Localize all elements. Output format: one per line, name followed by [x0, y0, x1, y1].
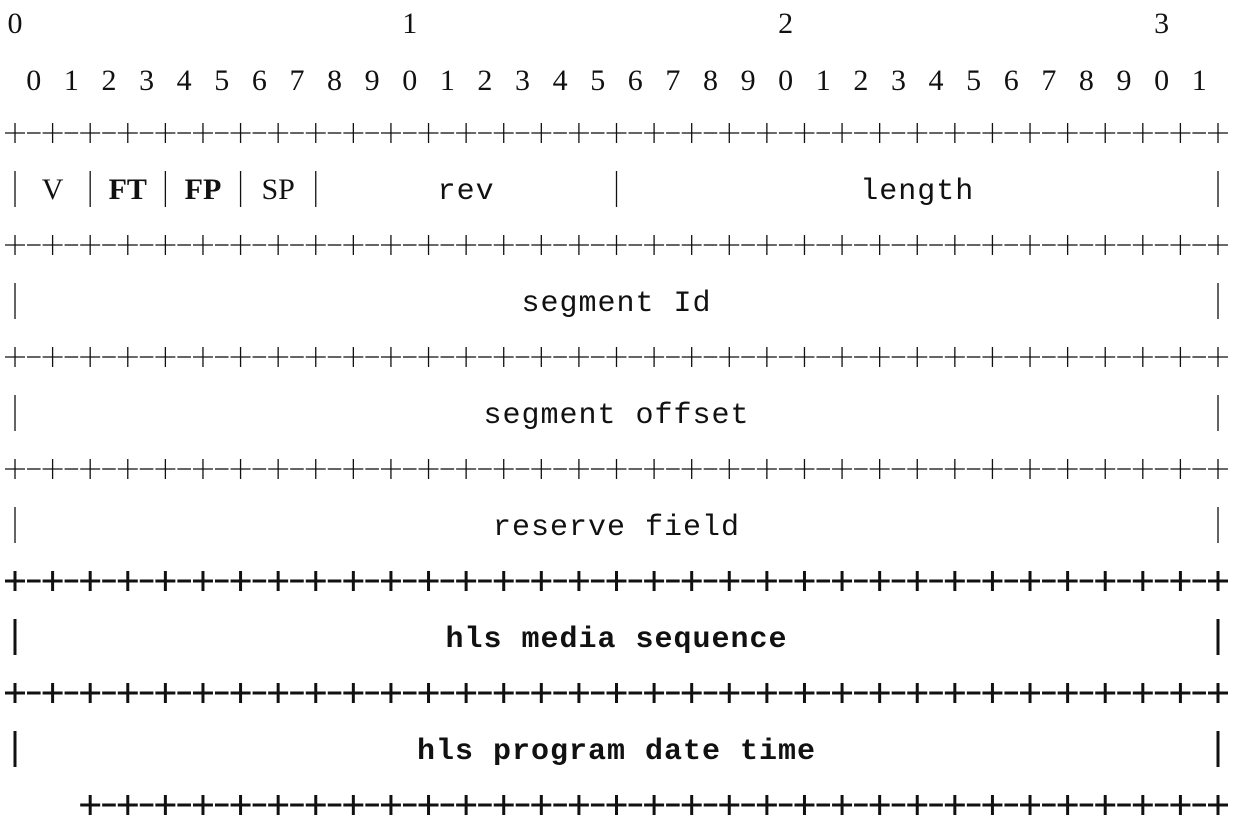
packet-row: segment offset: [14, 395, 1219, 433]
ruler-units-digit: 7: [1041, 64, 1056, 97]
field-segment-id: segment Id: [521, 287, 711, 321]
field-hls-media-sequence: hls media sequence: [445, 623, 787, 657]
ruler-units-digit: 5: [966, 64, 981, 97]
packet-row: V FT FP SP rev length: [14, 171, 1219, 209]
packet-row: segment Id: [14, 283, 1219, 321]
ruler-units-digit: 5: [214, 64, 229, 97]
ruler-units-digit: 6: [252, 64, 267, 97]
row-separator: [5, 683, 1228, 703]
ruler-units-digit: 8: [703, 64, 718, 97]
ruler-units-digit: 4: [177, 64, 192, 97]
field-sp: SP: [261, 173, 294, 206]
ruler-units-digit: 0: [778, 64, 793, 97]
ruler-units-digit: 7: [289, 64, 304, 97]
packet-row: hls media sequence: [13, 619, 1220, 657]
ruler-tens-digit: 1: [402, 7, 417, 40]
row-separator: [5, 123, 1228, 143]
ruler-tens-digit: 2: [778, 7, 793, 40]
field-length: length: [860, 175, 974, 209]
ruler-units-digit: 3: [891, 64, 906, 97]
field-segment-offset: segment offset: [483, 399, 749, 433]
ruler-units-digit: 8: [1079, 64, 1094, 97]
ruler-units-digit: 3: [139, 64, 154, 97]
ruler-units-digit: 4: [553, 64, 568, 97]
packet-row: hls program date time: [13, 731, 1220, 769]
field-fp: FP: [185, 173, 222, 206]
row-separator: [5, 459, 1228, 479]
ruler-units-digit: 2: [101, 64, 116, 97]
ruler-units-digit: 0: [26, 64, 41, 97]
row-separator: [5, 571, 1228, 591]
field-grid: [5, 123, 1228, 815]
row-separator: [80, 795, 1228, 815]
bit-ruler-units: 01234567890123456789012345678901: [26, 64, 1206, 97]
row-separator: [5, 235, 1228, 255]
field-v: V: [42, 173, 64, 206]
ruler-units-digit: 4: [929, 64, 944, 97]
row-separator: [5, 347, 1228, 367]
ruler-units-digit: 2: [477, 64, 492, 97]
ruler-units-digit: 1: [1192, 64, 1207, 97]
ruler-units-digit: 1: [816, 64, 831, 97]
ruler-units-digit: 0: [402, 64, 417, 97]
ruler-units-digit: 6: [1004, 64, 1019, 97]
ruler-units-digit: 2: [853, 64, 868, 97]
ruler-units-digit: 7: [665, 64, 680, 97]
bit-ruler-tens: 0 1 2 3: [8, 7, 1170, 40]
ruler-tens-digit: 3: [1154, 7, 1169, 40]
field-reserve-field: reserve field: [493, 511, 740, 545]
ruler-units-digit: 9: [365, 64, 380, 97]
field-ft: FT: [109, 173, 147, 206]
ruler-units-digit: 5: [590, 64, 605, 97]
ruler-units-digit: 1: [440, 64, 455, 97]
ruler-units-digit: 6: [628, 64, 643, 97]
ruler-units-digit: 8: [327, 64, 342, 97]
ruler-units-digit: 9: [741, 64, 756, 97]
field-rev: rev: [438, 175, 495, 209]
ruler-units-digit: 9: [1117, 64, 1132, 97]
ruler-tens-digit: 0: [8, 7, 23, 40]
ruler-units-digit: 1: [64, 64, 79, 97]
packet-row: reserve field: [14, 507, 1219, 545]
ruler-units-digit: 0: [1154, 64, 1169, 97]
field-hls-program-date-time: hls program date time: [417, 735, 816, 769]
ruler-units-digit: 3: [515, 64, 530, 97]
packet-format-diagram: 0123 01234567890123456789012345678901 VF…: [5, 7, 1228, 815]
